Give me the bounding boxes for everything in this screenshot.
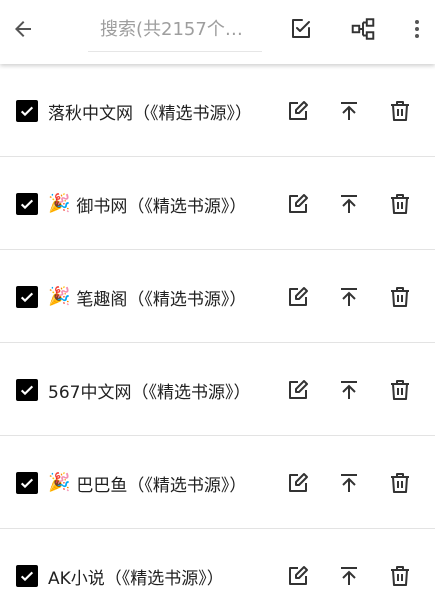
row-checkbox[interactable] bbox=[16, 379, 38, 401]
row-checkbox[interactable] bbox=[16, 100, 38, 122]
source-name: 御书网（《精选书源》） bbox=[76, 196, 247, 217]
move-to-top-button[interactable] bbox=[335, 190, 363, 218]
move-to-top-button[interactable] bbox=[335, 469, 363, 497]
row-title: 🎉 巴巴鱼（《精选书源》） bbox=[48, 470, 246, 496]
party-icon: 🎉 bbox=[48, 286, 71, 307]
check-icon bbox=[20, 478, 34, 489]
trash-icon bbox=[391, 566, 409, 586]
edit-button[interactable] bbox=[284, 97, 312, 125]
list-item[interactable]: 567中文网（《精选书源》） bbox=[0, 343, 435, 436]
trash-icon bbox=[391, 101, 409, 121]
vertical-align-top-icon bbox=[341, 567, 357, 585]
edit-icon bbox=[289, 473, 308, 492]
more-options-button[interactable] bbox=[398, 6, 435, 52]
search-input[interactable] bbox=[88, 8, 262, 51]
trash-icon bbox=[391, 473, 409, 493]
source-name: 巴巴鱼（《精选书源》） bbox=[76, 475, 247, 496]
edit-icon bbox=[289, 194, 308, 213]
book-source-list: 落秋中文网（《精选书源》） 🎉 御书网（《精选书源》） 🎉 笔趣阁（《精选书源》… bbox=[0, 64, 435, 606]
list-item[interactable]: AK小说（《精选书源》） bbox=[0, 529, 435, 606]
edit-button[interactable] bbox=[284, 376, 312, 404]
delete-button[interactable] bbox=[386, 97, 414, 125]
vertical-align-top-icon bbox=[341, 288, 357, 306]
edit-icon bbox=[289, 287, 308, 306]
edit-icon bbox=[289, 380, 308, 399]
delete-button[interactable] bbox=[386, 376, 414, 404]
check-icon bbox=[20, 292, 34, 303]
search-box bbox=[88, 8, 262, 52]
source-name: 落秋中文网（《精选书源》） bbox=[48, 103, 252, 124]
arrow-left-icon bbox=[15, 21, 31, 37]
list-item[interactable]: 🎉 巴巴鱼（《精选书源》） bbox=[0, 436, 435, 529]
list-item[interactable]: 落秋中文网（《精选书源》） bbox=[0, 64, 435, 157]
trash-icon bbox=[391, 194, 409, 214]
group-tree-icon bbox=[351, 18, 375, 40]
edit-check-icon bbox=[292, 19, 310, 38]
move-to-top-button[interactable] bbox=[335, 376, 363, 404]
row-title: 落秋中文网（《精选书源》） bbox=[48, 98, 252, 124]
row-checkbox[interactable] bbox=[16, 565, 38, 587]
trash-icon bbox=[391, 287, 409, 307]
check-icon bbox=[20, 106, 34, 117]
edit-button[interactable] bbox=[284, 469, 312, 497]
edit-icon bbox=[289, 101, 308, 120]
move-to-top-button[interactable] bbox=[335, 562, 363, 590]
list-item[interactable]: 🎉 笔趣阁（《精选书源》） bbox=[0, 250, 435, 343]
edit-button[interactable] bbox=[284, 562, 312, 590]
delete-button[interactable] bbox=[386, 283, 414, 311]
vertical-align-top-icon bbox=[341, 102, 357, 120]
party-icon: 🎉 bbox=[48, 193, 71, 214]
source-name: AK小说（《精选书源》） bbox=[48, 568, 224, 589]
vertical-align-top-icon bbox=[341, 474, 357, 492]
check-icon bbox=[20, 199, 34, 210]
group-button[interactable] bbox=[340, 6, 386, 52]
move-to-top-button[interactable] bbox=[335, 283, 363, 311]
trash-icon bbox=[391, 380, 409, 400]
source-name: 567中文网（《精选书源》） bbox=[48, 382, 251, 403]
row-title: 567中文网（《精选书源》） bbox=[48, 377, 250, 403]
vertical-align-top-icon bbox=[341, 381, 357, 399]
top-toolbar bbox=[0, 0, 435, 64]
row-title: 🎉 御书网（《精选书源》） bbox=[48, 191, 246, 217]
party-icon: 🎉 bbox=[48, 472, 71, 493]
row-checkbox[interactable] bbox=[16, 286, 38, 308]
check-icon bbox=[20, 571, 34, 582]
delete-button[interactable] bbox=[386, 562, 414, 590]
row-title: AK小说（《精选书源》） bbox=[48, 563, 224, 589]
edit-button[interactable] bbox=[284, 190, 312, 218]
edit-icon bbox=[289, 566, 308, 585]
list-item[interactable]: 🎉 御书网（《精选书源》） bbox=[0, 157, 435, 250]
select-all-button[interactable] bbox=[278, 6, 324, 52]
row-checkbox[interactable] bbox=[16, 193, 38, 215]
check-icon bbox=[20, 385, 34, 396]
source-name: 笔趣阁（《精选书源》） bbox=[76, 289, 247, 310]
delete-button[interactable] bbox=[386, 190, 414, 218]
more-vert-icon bbox=[415, 20, 419, 38]
delete-button[interactable] bbox=[386, 469, 414, 497]
row-checkbox[interactable] bbox=[16, 472, 38, 494]
vertical-align-top-icon bbox=[341, 195, 357, 213]
move-to-top-button[interactable] bbox=[335, 97, 363, 125]
edit-button[interactable] bbox=[284, 283, 312, 311]
row-title: 🎉 笔趣阁（《精选书源》） bbox=[48, 284, 246, 310]
back-button[interactable] bbox=[0, 6, 46, 52]
